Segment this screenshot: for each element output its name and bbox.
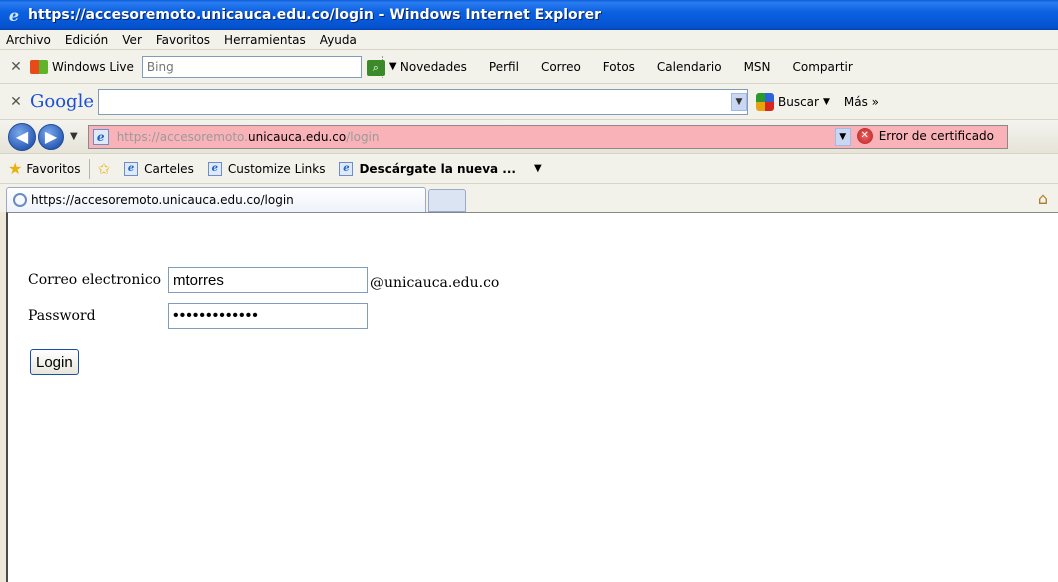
buscar-label: Buscar <box>777 94 819 109</box>
ie-logo-icon: e <box>8 5 20 25</box>
email-label: Correo electronico <box>28 272 162 288</box>
google-logo[interactable]: Google <box>30 91 94 112</box>
close-google-toolbar-icon[interactable]: ✕ <box>8 94 24 110</box>
menu-ver[interactable]: Ver <box>122 33 142 47</box>
windows-live-logo[interactable]: Windows Live <box>30 59 134 74</box>
password-row: Password <box>28 303 368 329</box>
google-logo-text: Google <box>30 91 94 112</box>
mas-button[interactable]: Más » <box>844 95 879 109</box>
fav-link-carteles[interactable]: e Carteles <box>118 161 194 176</box>
password-field[interactable] <box>168 303 368 329</box>
favorites-bar: ★ Favoritos ✩ e Carteles e Customize Lin… <box>0 154 1058 184</box>
fav-link-label: Descárgate la nueva ... <box>359 161 516 176</box>
link-perfil[interactable]: Perfil <box>489 60 519 74</box>
title-bar: e https://accesoremoto.unicauca.edu.co/l… <box>0 0 1058 30</box>
address-toolbar: ◀ ▶ ▼ e https://accesoremoto.unicauca.ed… <box>0 120 1058 154</box>
menu-herramientas[interactable]: Herramientas <box>224 33 306 47</box>
window-title: https://accesoremoto.unicauca.edu.co/log… <box>28 7 601 23</box>
certificate-error[interactable]: ✕ Error de certificado <box>856 127 995 144</box>
menu-ayuda[interactable]: Ayuda <box>320 33 357 47</box>
menu-edicion[interactable]: Edición <box>65 33 108 47</box>
google-search-input[interactable] <box>98 89 719 114</box>
close-toolbar-icon[interactable]: ✕ <box>8 59 24 75</box>
page-content: Correo electronico @unicauca.edu.co Pass… <box>6 212 1058 582</box>
page-icon: e <box>92 128 109 145</box>
link-calendario[interactable]: Calendario <box>657 60 722 74</box>
fav-link-label: Carteles <box>144 161 194 176</box>
chevron-down-icon[interactable]: ▼ <box>534 163 542 174</box>
back-button[interactable]: ◀ <box>8 122 36 151</box>
google-search-icon <box>755 92 774 111</box>
login-button[interactable]: Login <box>30 349 79 375</box>
ie-page-icon: e <box>339 161 354 176</box>
password-label: Password <box>28 308 96 324</box>
windows-live-toolbar: ✕ Windows Live ⌕ ▼ Novedades Perfil Corr… <box>0 50 1058 84</box>
link-compartir[interactable]: Compartir <box>793 60 853 74</box>
bing-search-input[interactable] <box>142 59 343 74</box>
google-search-box: ▼ <box>97 88 748 115</box>
ie-page-icon: e <box>124 161 139 176</box>
favorites-button[interactable]: Favoritos <box>26 162 80 176</box>
tab-login[interactable]: https://accesoremoto.unicauca.edu.co/log… <box>6 187 426 212</box>
url-path: /login <box>346 129 380 144</box>
recent-pages-chevron-icon[interactable]: ▼ <box>70 131 78 142</box>
windows-live-links: Novedades Perfil Correo Fotos Calendario… <box>400 60 875 74</box>
link-fotos[interactable]: Fotos <box>603 60 635 74</box>
forward-button[interactable]: ▶ <box>38 123 64 150</box>
menu-archivo[interactable]: Archivo <box>6 33 51 47</box>
link-correo[interactable]: Correo <box>541 60 581 74</box>
chevron-down-icon[interactable]: ▼ <box>823 97 830 107</box>
link-msn[interactable]: MSN <box>744 60 771 74</box>
email-domain-suffix: @unicauca.edu.co <box>370 275 500 291</box>
new-tab-button[interactable] <box>428 189 466 212</box>
google-buscar-button[interactable]: Buscar ▼ <box>755 92 830 111</box>
address-url[interactable]: https://accesoremoto.unicauca.edu.co/log… <box>117 130 380 144</box>
address-bar[interactable]: e https://accesoremoto.unicauca.edu.co/l… <box>87 124 1008 149</box>
favorites-separator <box>88 158 90 179</box>
ie-page-icon: e <box>207 161 222 176</box>
tab-bar: https://accesoremoto.unicauca.edu.co/log… <box>0 184 1058 212</box>
chevron-down-icon[interactable]: ▼ <box>730 92 747 111</box>
bing-search-box: ⌕ ▼ <box>141 55 397 78</box>
certificate-error-icon: ✕ <box>856 127 873 144</box>
email-row: Correo electronico @unicauca.edu.co <box>28 267 499 293</box>
fav-link-label: Customize Links <box>227 161 326 176</box>
email-field[interactable] <box>168 267 368 293</box>
chevron-down-icon[interactable]: ▼ <box>389 61 397 72</box>
link-novedades[interactable]: Novedades <box>400 60 467 74</box>
fav-link-descargate[interactable]: e Descárgate la nueva ... <box>333 161 516 176</box>
menu-favoritos[interactable]: Favoritos <box>156 33 210 47</box>
favorites-star-icon[interactable]: ★ <box>8 159 22 178</box>
add-favorite-icon[interactable]: ✩ <box>98 160 111 178</box>
loading-icon <box>13 193 27 207</box>
menu-bar: Archivo Edición Ver Favoritos Herramient… <box>0 30 1058 50</box>
tab-label: https://accesoremoto.unicauca.edu.co/log… <box>31 193 294 207</box>
address-dropdown-icon[interactable]: ▼ <box>834 127 851 146</box>
windows-live-label: Windows Live <box>52 59 134 74</box>
fav-link-customize[interactable]: e Customize Links <box>202 161 326 176</box>
search-icon[interactable]: ⌕ <box>366 59 385 76</box>
google-toolbar: ✕ Google ▼ Buscar ▼ Más » <box>0 84 1058 120</box>
url-host: unicauca.edu.co <box>247 129 347 144</box>
url-prefix: https://accesoremoto. <box>116 129 248 144</box>
certificate-error-label: Error de certificado <box>878 128 995 143</box>
home-icon[interactable]: ⌂ <box>1038 189 1048 208</box>
windows-flag-icon <box>30 59 48 74</box>
